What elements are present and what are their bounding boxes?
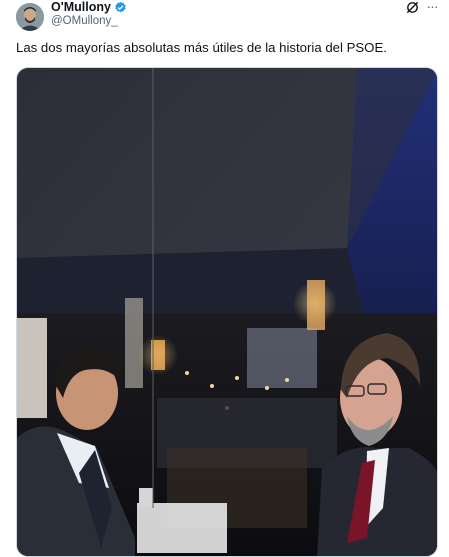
profile-avatar-icon bbox=[16, 3, 44, 31]
author-name-row: O'Mullony bbox=[51, 0, 127, 14]
more-dots-icon[interactable]: ··· bbox=[423, 0, 441, 15]
author-avatar[interactable] bbox=[16, 3, 44, 31]
author-display-name[interactable]: O'Mullony bbox=[51, 0, 111, 14]
tweet-card: O'Mullony @OMullony_ ··· Las dos mayoría… bbox=[0, 0, 449, 557]
tweet-text: Las dos mayorías absolutas más útiles de… bbox=[16, 40, 387, 55]
tweet-photo[interactable] bbox=[16, 67, 438, 557]
grok-slash-circle-icon[interactable] bbox=[405, 0, 420, 15]
author-handle[interactable]: @OMullony_ bbox=[51, 15, 118, 27]
photo-image bbox=[17, 68, 437, 556]
verified-badge-icon bbox=[114, 1, 127, 14]
